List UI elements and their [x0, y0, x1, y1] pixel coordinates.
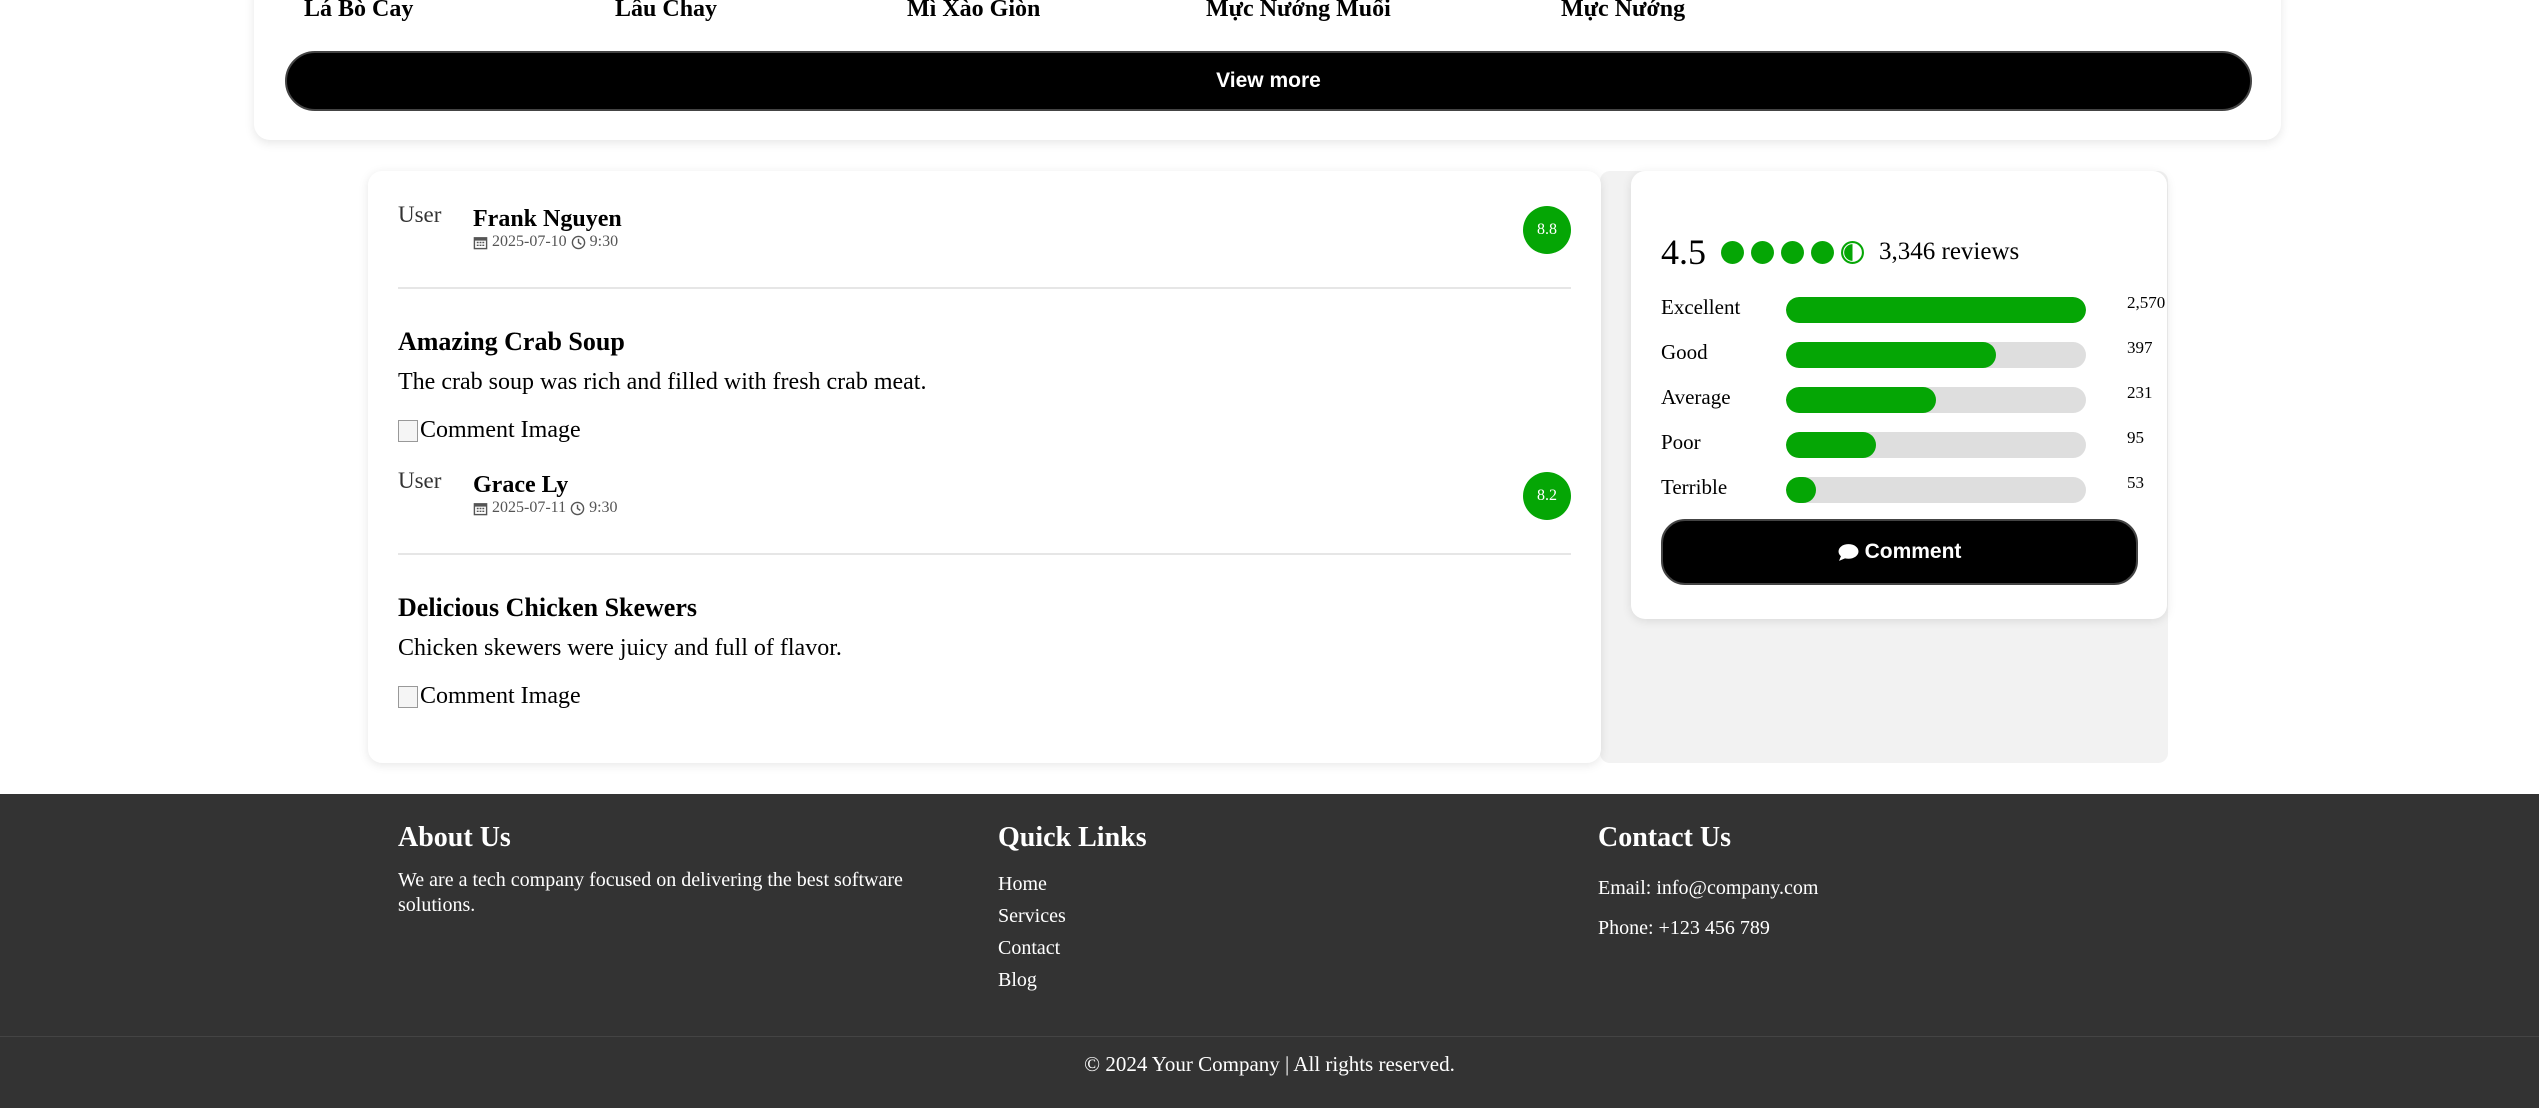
divider: [398, 287, 1571, 289]
rating-bar-fill: [1786, 387, 1936, 413]
rating-bar-fill: [1786, 432, 1876, 458]
reviews-list: User Frank Nguyen 2025-07-10 9:30 8.8 Am…: [368, 171, 1601, 763]
footer-contact: Contact Us Email: info@company.com Phone…: [1598, 822, 2098, 948]
footer-phone: Phone: +123 456 789: [1598, 917, 1770, 939]
review-text: Chicken skewers were juicy and full of f…: [398, 635, 842, 661]
avatar: User: [398, 203, 442, 227]
review-time: 9:30: [589, 233, 619, 250]
review-date: 2025-07-10: [492, 233, 567, 250]
score-badge: 8.2: [1523, 472, 1571, 520]
rating-header: 4.5 3,346 reviews: [1661, 231, 2019, 273]
footer-link-home[interactable]: Home: [998, 868, 1398, 900]
footer-email: Email: info@company.com: [1598, 877, 1819, 899]
footer-about: About Us We are a tech company focused o…: [398, 822, 958, 918]
rating-bar-track: [1786, 342, 2086, 368]
review-count: 3,346 reviews: [1879, 238, 2020, 265]
comment-image[interactable]: Comment Image: [398, 417, 581, 444]
full-circle-rating-icon: [1811, 240, 1834, 264]
rating-bar-fill: [1786, 342, 1996, 368]
full-circle-rating-icon: [1721, 240, 1744, 264]
comment-button-label: Comment: [1864, 540, 1962, 563]
divider: [398, 553, 1571, 555]
rating-bar-row: Excellent 2,570: [1661, 293, 2165, 323]
average-rating: 4.5: [1661, 232, 1706, 272]
footer-copyright: © 2024 Your Company | All rights reserve…: [0, 1036, 2539, 1077]
rating-bar-track: [1786, 387, 2086, 413]
calendar-icon: [473, 502, 488, 515]
rating-bar-label: Terrible: [1661, 475, 1728, 499]
footer-link-services[interactable]: Services: [998, 900, 1398, 932]
menu-dish-item[interactable]: Lâu Chay: [615, 0, 717, 23]
rating-bar-count: 2,570: [2127, 293, 2166, 312]
rating-bar-row: Poor 95: [1661, 428, 2144, 458]
review-text: The crab soup was rich and filled with f…: [398, 369, 927, 395]
footer-link-blog[interactable]: Blog: [998, 964, 1398, 996]
rating-bar-count: 231: [2127, 383, 2153, 402]
view-more-button[interactable]: View more: [285, 51, 2252, 111]
rating-bar-row: Average 231: [1661, 383, 2153, 413]
footer-link-contact[interactable]: Contact: [998, 932, 1398, 964]
rating-bar-count: 53: [2127, 473, 2144, 492]
comment-image-alt: Comment Image: [420, 683, 581, 709]
comment-icon: [1838, 543, 1859, 561]
rating-bar-label: Excellent: [1661, 295, 1741, 319]
review-meta: 2025-07-11 9:30: [473, 499, 618, 517]
clock-icon: [570, 501, 585, 515]
footer-quick-links: Quick Links Home Services Contact Blog: [998, 822, 1398, 996]
menu-dish-item[interactable]: Lá Bò Cay: [304, 0, 413, 23]
site-footer: About Us We are a tech company focused o…: [0, 794, 2539, 1108]
rating-bar-count: 397: [2127, 338, 2153, 357]
menu-dish-item[interactable]: Mì Xào Giòn: [907, 0, 1040, 23]
rating-bar-label: Average: [1661, 385, 1731, 409]
footer-heading: Contact Us: [1598, 822, 1731, 853]
rating-bar-label: Poor: [1661, 430, 1701, 454]
rating-bar-label: Good: [1661, 340, 1708, 364]
review-time: 9:30: [589, 499, 618, 516]
full-circle-rating-icon: [1751, 240, 1774, 264]
clock-icon: [571, 235, 585, 249]
full-circle-rating-icon: [1781, 240, 1804, 264]
rating-bar-fill: [1786, 297, 2086, 323]
menu-dish-item[interactable]: Mực Nướng: [1561, 0, 1685, 23]
comment-image[interactable]: Comment Image: [398, 683, 581, 710]
score-badge: 8.8: [1523, 206, 1571, 254]
rating-bar-row: Terrible 53: [1661, 473, 2144, 503]
broken-image-icon: [398, 419, 418, 442]
rating-bar-count: 95: [2127, 428, 2144, 447]
footer-about-text: We are a tech company focused on deliver…: [398, 869, 903, 916]
review-date: 2025-07-11: [492, 499, 567, 516]
rating-bar-track: [1786, 297, 2086, 323]
rating-bar-track: [1786, 477, 2086, 503]
rating-bar-track: [1786, 432, 2086, 458]
menu-dish-item[interactable]: Mực Nướng Muối: [1206, 0, 1391, 23]
rating-summary: 4.5 3,346 reviews Excellent 2,570 Good 3…: [1631, 171, 2167, 619]
review-title: Delicious Chicken Skewers: [398, 593, 697, 622]
half-circle-rating-icon: [1841, 240, 1864, 264]
comment-image-alt: Comment Image: [420, 417, 581, 443]
calendar-icon: [473, 236, 488, 249]
review-meta: 2025-07-10 9:30: [473, 233, 618, 251]
rating-bar-row: Good 397: [1661, 338, 2153, 368]
comment-button[interactable]: Comment: [1661, 519, 2138, 585]
avatar: User: [398, 469, 442, 493]
star-rating: [1720, 240, 1865, 265]
footer-heading: About Us: [398, 822, 511, 853]
review-title: Amazing Crab Soup: [398, 327, 625, 356]
review-user-name: Grace Ly: [473, 472, 569, 498]
rating-bar-fill: [1786, 477, 1816, 503]
review-user-name: Frank Nguyen: [473, 206, 622, 232]
broken-image-icon: [398, 685, 418, 708]
footer-heading: Quick Links: [998, 822, 1147, 853]
